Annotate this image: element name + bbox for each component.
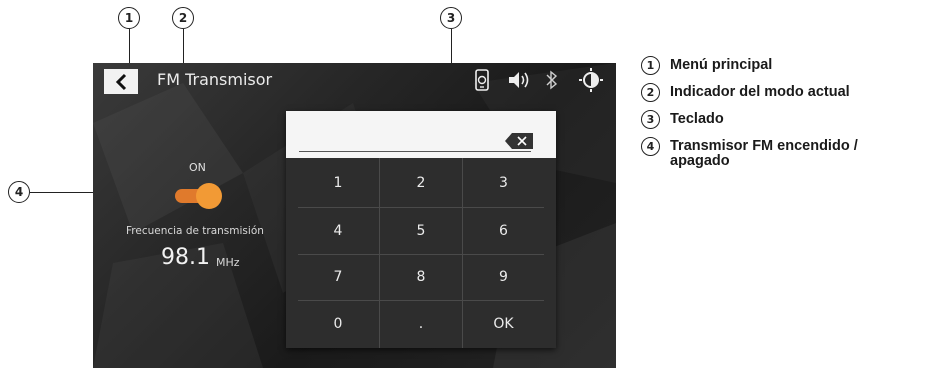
legend-number: 3 — [641, 110, 660, 129]
key-6[interactable]: 6 — [463, 208, 544, 253]
device-screen: FM Transmisor ON Frecuencia de transmisi… — [93, 63, 616, 368]
frequency-unit: MHz — [216, 256, 240, 269]
frequency-label: Frecuencia de transmisión — [126, 225, 264, 237]
back-button[interactable] — [104, 69, 138, 94]
legend-item-1: 1 Menú principal — [641, 56, 772, 75]
key-ok[interactable]: OK — [463, 301, 544, 346]
key-2[interactable]: 2 — [380, 161, 462, 205]
callout-1-leader — [129, 29, 131, 67]
phone-sync-icon[interactable] — [474, 68, 490, 92]
callout-4: 4 — [8, 181, 30, 203]
legend-number: 2 — [641, 83, 660, 102]
volume-icon[interactable] — [507, 68, 533, 92]
legend-text: Teclado — [670, 111, 724, 127]
key-8[interactable]: 8 — [380, 255, 462, 299]
legend-number: 1 — [641, 56, 660, 75]
numeric-keypad: 1 2 3 4 5 6 7 8 9 0 . OK — [286, 111, 556, 348]
brightness-icon[interactable] — [579, 68, 603, 92]
fm-toggle-knob[interactable] — [196, 183, 222, 209]
callout-1: 1 — [118, 7, 140, 29]
key-9[interactable]: 9 — [463, 255, 544, 299]
frequency-value[interactable]: 98.1 — [161, 245, 210, 270]
callout-3: 3 — [440, 7, 462, 29]
key-3[interactable]: 3 — [463, 161, 544, 205]
legend-text: Menú principal — [670, 57, 773, 73]
key-dot[interactable]: . — [380, 301, 462, 346]
top-bar: FM Transmisor — [93, 63, 616, 99]
page-title: FM Transmisor — [157, 70, 273, 89]
bluetooth-icon[interactable] — [545, 68, 559, 92]
chevron-left-icon — [115, 73, 127, 90]
legend-text: Transmisor FM encendido / apagado — [670, 138, 858, 169]
key-7[interactable]: 7 — [298, 255, 378, 299]
key-0[interactable]: 0 — [298, 301, 378, 346]
legend-item-2: 2 Indicador del modo actual — [641, 83, 850, 102]
legend-item-3: 3 Teclado — [641, 110, 724, 129]
key-5[interactable]: 5 — [380, 208, 462, 253]
legend-text: Indicador del modo actual — [670, 84, 850, 100]
backspace-icon[interactable] — [505, 133, 533, 149]
legend-item-4: 4 Transmisor FM encendido / apagado — [641, 137, 920, 169]
keypad-input-underline — [299, 151, 531, 152]
legend-number: 4 — [641, 137, 660, 156]
key-1[interactable]: 1 — [298, 161, 378, 205]
toggle-label: ON — [189, 161, 206, 174]
key-4[interactable]: 4 — [298, 208, 378, 253]
callout-2: 2 — [172, 7, 194, 29]
